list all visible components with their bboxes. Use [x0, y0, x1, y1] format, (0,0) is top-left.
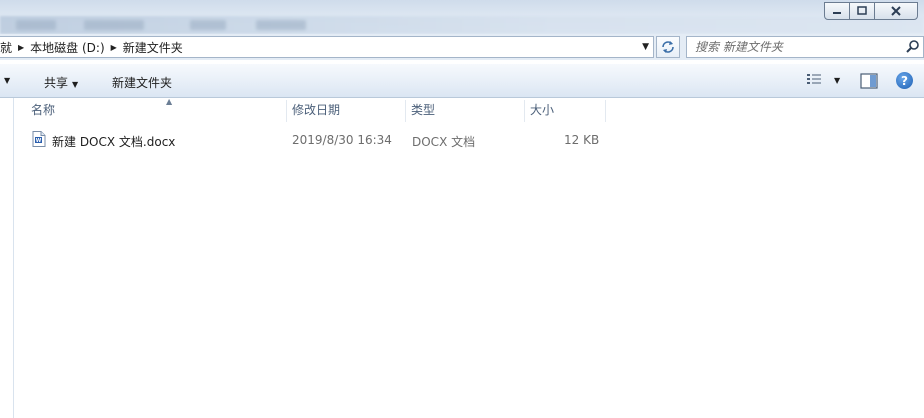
preview-pane-icon	[860, 73, 878, 89]
title-bar	[0, 0, 924, 36]
file-size: 12 KB	[564, 133, 600, 147]
search-input[interactable]	[687, 37, 887, 57]
column-header-name[interactable]: 名称	[26, 98, 286, 122]
address-dropdown-icon[interactable]: ▼	[642, 42, 649, 52]
close-icon	[891, 6, 901, 16]
search-icon[interactable]	[905, 39, 921, 55]
refresh-icon	[662, 41, 674, 53]
file-list-pane: ▲ 名称 修改日期 类型 大小 W 新建 DOCX 文档.docx 2019/8…	[0, 97, 924, 418]
file-row[interactable]: W 新建 DOCX 文档.docx 2019/8/30 16:34 DOCX 文…	[28, 130, 608, 150]
preview-pane-button[interactable]	[860, 73, 878, 92]
breadcrumb-separator-icon[interactable]: ▶	[111, 43, 117, 52]
refresh-button[interactable]	[656, 36, 680, 58]
blurred-menu-item	[256, 20, 306, 30]
organize-dropdown-icon[interactable]: ▼	[4, 76, 10, 85]
breadcrumb-separator-icon[interactable]: ▶	[18, 43, 24, 52]
maximize-button[interactable]	[849, 2, 875, 20]
share-label: 共享	[44, 76, 69, 90]
breadcrumb-partial[interactable]: 就	[0, 39, 12, 56]
new-folder-label: 新建文件夹	[112, 76, 173, 90]
column-header-row: ▲ 名称 修改日期 类型 大小	[14, 97, 924, 122]
column-divider[interactable]	[605, 100, 606, 122]
file-type: DOCX 文档	[412, 135, 476, 149]
blurred-menu-item	[84, 20, 144, 30]
window-controls	[824, 2, 918, 20]
close-button[interactable]	[874, 2, 918, 20]
search-box	[686, 36, 924, 58]
file-name: 新建 DOCX 文档.docx	[52, 135, 176, 149]
breadcrumb-local-disk[interactable]: 本地磁盘 (D:)	[30, 39, 104, 56]
blurred-menu-item	[190, 20, 226, 30]
breadcrumb-current-folder[interactable]: 新建文件夹	[123, 39, 183, 56]
column-header-date[interactable]: 修改日期	[287, 98, 405, 122]
pane-border	[13, 98, 14, 418]
change-view-button[interactable]: ▼	[806, 73, 840, 87]
address-bar[interactable]: 就 ▶ 本地磁盘 (D:) ▶ 新建文件夹 ▼	[0, 36, 654, 58]
details-view-icon	[807, 74, 821, 84]
column-header-type[interactable]: 类型	[406, 98, 524, 122]
share-menu-button[interactable]: 共享 ▼	[44, 74, 78, 91]
svg-text:W: W	[36, 138, 42, 144]
new-folder-button[interactable]: 新建文件夹	[112, 74, 172, 91]
column-header-size[interactable]: 大小	[525, 98, 605, 122]
view-options-dropdown-icon[interactable]: ▼	[834, 76, 840, 85]
minimize-icon	[833, 12, 841, 14]
file-modified-date: 2019/8/30 16:34	[292, 133, 392, 147]
blurred-menu-item	[16, 20, 56, 30]
word-document-icon: W	[32, 131, 46, 147]
command-bar: ▼ 共享 ▼ 新建文件夹 ▼ ?	[0, 64, 924, 98]
address-row: 就 ▶ 本地磁盘 (D:) ▶ 新建文件夹 ▼	[0, 34, 924, 60]
minimize-button[interactable]	[824, 2, 850, 20]
chevron-down-icon: ▼	[72, 80, 79, 89]
maximize-icon	[857, 6, 867, 15]
help-button[interactable]: ?	[896, 72, 913, 89]
